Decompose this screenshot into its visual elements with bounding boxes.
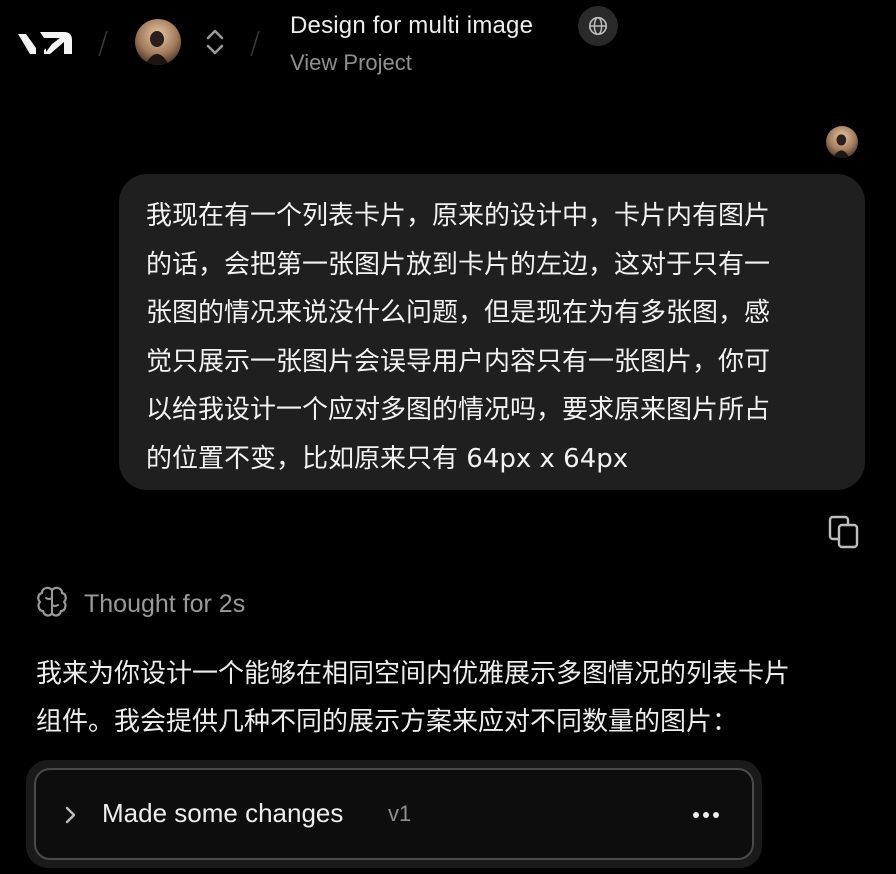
assistant-message-text: 我来为你设计一个能够在相同空间内优雅展示多图情况的列表卡片 组件。我会提供几种不… [36, 659, 791, 737]
thought-label: Thought for 2s [84, 589, 246, 618]
project-title[interactable]: Design for multi image [290, 12, 533, 40]
user-message-text: 我现在有一个列表卡片，原来的设计中，卡片内有图片 的话，会把第一张图片放到卡片的… [146, 201, 771, 474]
user-message-bubble: 我现在有一个列表卡片，原来的设计中，卡片内有图片 的话，会把第一张图片放到卡片的… [119, 174, 865, 490]
more-horizontal-icon[interactable] [686, 800, 726, 830]
breadcrumb-separator: / [250, 26, 261, 61]
top-bar: / / Design for multi image View Project [0, 0, 896, 90]
globe-icon[interactable] [578, 6, 618, 46]
brain-icon [34, 584, 70, 625]
chevron-right-icon[interactable] [62, 804, 80, 826]
avatar[interactable] [135, 19, 181, 65]
thought-indicator[interactable]: Thought for 2s [34, 584, 245, 624]
chevron-up-down-icon[interactable] [202, 26, 228, 58]
v0-logo[interactable] [16, 28, 74, 58]
view-project-link[interactable]: View Project [290, 50, 412, 76]
changes-toggle[interactable]: Made some changes v1 [34, 768, 754, 860]
user-avatar [826, 126, 858, 158]
breadcrumb-separator: / [98, 26, 109, 61]
changes-card: Made some changes v1 [26, 760, 762, 868]
changes-label: Made some changes [102, 798, 344, 828]
copy-icon[interactable] [826, 514, 862, 550]
version-badge: v1 [388, 801, 412, 826]
